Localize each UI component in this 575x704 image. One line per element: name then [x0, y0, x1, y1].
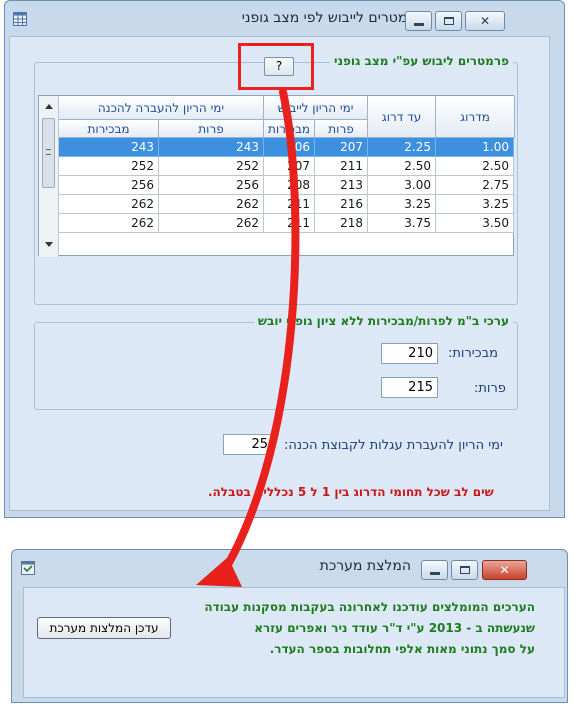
- annotation-arrow: [196, 88, 300, 587]
